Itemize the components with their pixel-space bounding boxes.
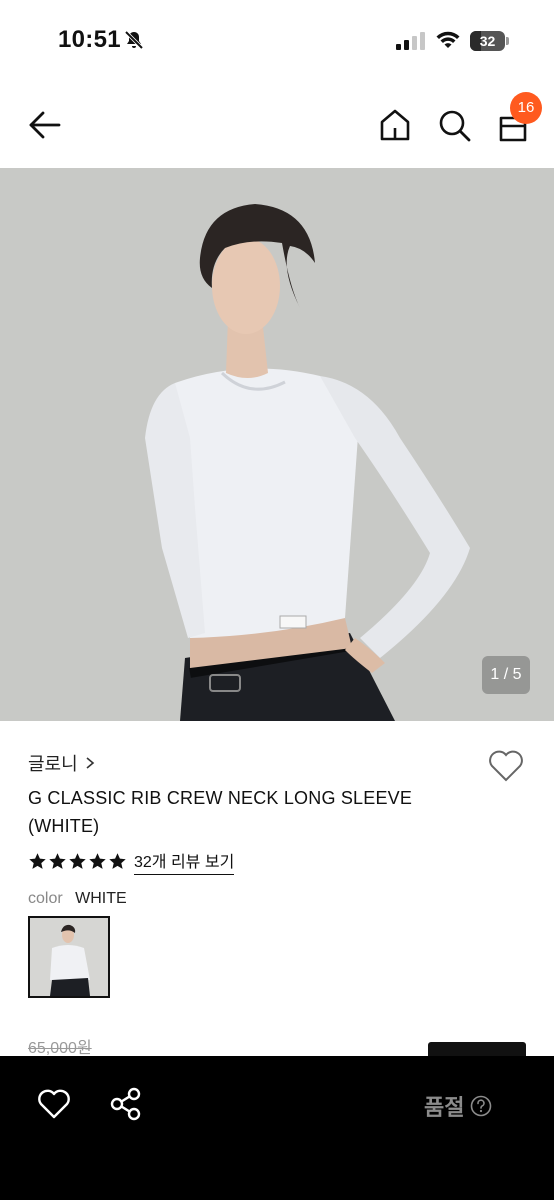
bottom-action-bar: 품절 [0,1056,554,1200]
color-swatch-white[interactable] [28,916,110,998]
chevron-right-icon [86,757,94,769]
soldout-label: 품절 [424,1095,465,1120]
share-icon[interactable] [110,1086,142,1122]
product-title: G CLASSIC RIB CREW NECK LONG SLEEVE (WHI… [28,788,413,836]
battery-indicator: 32 [470,31,510,51]
cart-count-badge: 16 [510,92,542,124]
rating-row: 32개 리뷰 보기 [28,848,235,875]
cellular-signal-icon [396,32,425,50]
bell-slash-icon [124,30,144,50]
search-icon[interactable] [435,106,473,144]
star-icon [89,853,106,869]
color-row: color WHITE [28,890,127,908]
star-icon [29,853,46,869]
status-time: 10:51 [58,26,121,53]
status-bar: 10:51 32 [0,0,554,84]
help-icon[interactable] [470,1095,492,1117]
original-price: 65,000원 [28,1040,92,1057]
color-value: WHITE [75,890,127,907]
soldout-status: 품절 [424,1090,492,1122]
home-icon[interactable] [376,106,414,144]
heart-icon[interactable] [36,1086,72,1122]
product-image-carousel[interactable]: 1 / 5 [0,168,554,721]
battery-percent: 32 [479,33,496,49]
review-link[interactable]: 32개 리뷰 보기 [134,848,235,875]
star-icon [109,853,126,869]
product-photo [0,168,554,721]
star-icon [49,853,66,869]
top-navigation [0,84,554,168]
swatch-thumbnail [30,918,108,996]
brand-link[interactable]: 글로니 [28,750,96,776]
image-page-indicator: 1 / 5 [482,656,530,694]
arrow-left-icon[interactable] [26,106,64,144]
heart-icon[interactable] [486,746,526,786]
star-rating [28,852,128,871]
brand-name: 글로니 [28,754,78,774]
color-label: color [28,890,63,907]
wifi-icon [436,31,460,48]
star-icon [69,853,86,869]
